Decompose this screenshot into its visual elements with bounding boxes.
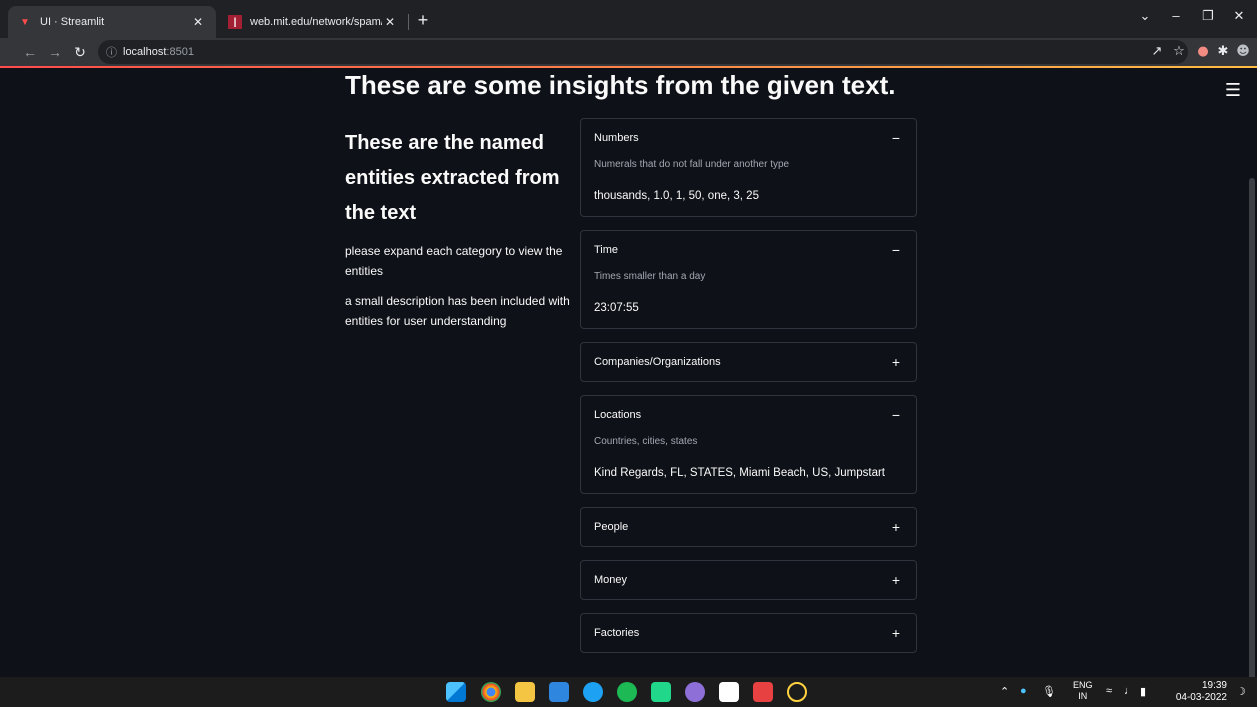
expand-icon[interactable]: + [889, 572, 903, 588]
spotify-icon[interactable] [617, 682, 637, 702]
expander-header-locations[interactable]: Locations − [581, 396, 916, 434]
expander-body: Numerals that do not fall under another … [581, 159, 916, 216]
tab-separator [408, 14, 409, 30]
expander-companies: Companies/Organizations + [580, 342, 917, 382]
expand-icon[interactable]: + [889, 519, 903, 535]
expander-factories: Factories + [580, 613, 917, 653]
info-icon[interactable]: ⓘ [106, 44, 117, 60]
app-red-icon[interactable] [753, 682, 773, 702]
expander-money: Money + [580, 560, 917, 600]
microphone-icon[interactable]: 🎙 [1042, 685, 1056, 698]
reload-button[interactable]: ↻ [70, 42, 90, 62]
expander-locations: Locations − Countries, cities, states Ki… [580, 395, 917, 494]
todo-check-icon[interactable] [787, 682, 807, 702]
tray-app-icon[interactable]: ● [1020, 685, 1027, 697]
scrollbar[interactable] [1249, 178, 1255, 677]
menu-icon[interactable]: ☰ [1225, 80, 1241, 101]
windows-taskbar: ⌃ ● 🎙 ENG IN ≈ ♩ ▮ 19:39 04-03-2022 ☽ [0, 677, 1257, 707]
profile-avatar-icon[interactable]: ☻ [1234, 43, 1252, 61]
expander-label: Money [594, 574, 628, 586]
entity-values: thousands, 1.0, 1, 50, one, 3, 25 [594, 190, 759, 202]
url-port: :8501 [166, 46, 194, 58]
edge-icon[interactable] [583, 682, 603, 702]
notion-icon[interactable] [719, 682, 739, 702]
lang-code: ENG [1073, 680, 1093, 690]
expander-label: People [594, 521, 629, 533]
expander-header-people[interactable]: People + [581, 508, 916, 546]
tab-title: UI · Streamlit [40, 16, 105, 28]
forward-button[interactable]: → [45, 42, 65, 62]
close-icon[interactable]: ✕ [382, 15, 398, 29]
expander-label: Companies/Organizations [594, 356, 721, 368]
expander-label: Factories [594, 627, 640, 639]
pycharm-icon[interactable] [651, 682, 671, 702]
entity-values: 23:07:55 [594, 302, 639, 314]
expander-header-factories[interactable]: Factories + [581, 614, 916, 652]
clock-date: 04-03-2022 [1175, 692, 1227, 703]
description-note: a small description has been included wi… [345, 294, 570, 328]
expander-header-money[interactable]: Money + [581, 561, 916, 599]
page-title: These are some insights from the given t… [345, 70, 896, 100]
file-explorer-icon[interactable] [515, 682, 535, 702]
minimize-button[interactable]: – [1163, 8, 1189, 23]
left-column: These are the named entities extracted f… [345, 126, 570, 331]
battery-icon[interactable]: ▮ [1140, 685, 1146, 698]
back-button[interactable]: ← [20, 42, 40, 62]
close-icon[interactable]: ✕ [190, 15, 206, 29]
browser-tab-bar: ▼ UI · Streamlit ✕ | web.mit.edu/network… [0, 0, 1257, 38]
new-tab-button[interactable]: + [412, 10, 434, 32]
right-column: Numbers − Numerals that do not fall unde… [580, 118, 917, 666]
expander-header-companies[interactable]: Companies/Organizations + [581, 343, 916, 381]
share-icon[interactable]: ↗ [1148, 43, 1166, 61]
browser-toolbar: ← → ↻ ⓘ localhost :8501 ↗ ☆ ● ✱ ☻ [0, 38, 1257, 66]
streamlit-app: ☰ These are some insights from the given… [0, 68, 1257, 677]
tab-mit[interactable]: | web.mit.edu/network/spam/exam ✕ [218, 6, 408, 38]
collapse-icon[interactable]: − [889, 242, 903, 258]
expander-time: Time − Times smaller than a day 23:07:55 [580, 230, 917, 329]
expander-numbers: Numbers − Numerals that do not fall unde… [580, 118, 917, 217]
lang-region: IN [1078, 691, 1088, 701]
extensions-puzzle-icon[interactable]: ✱ [1214, 43, 1232, 61]
collapse-icon[interactable]: − [889, 130, 903, 146]
close-window-button[interactable]: ✕ [1226, 8, 1252, 24]
expander-header-numbers[interactable]: Numbers − [581, 119, 916, 157]
app-sphere-icon[interactable] [685, 682, 705, 702]
expand-icon[interactable]: + [889, 625, 903, 641]
instruction-text: please expand each category to view the … [345, 244, 563, 278]
maximize-button[interactable]: ❐ [1195, 8, 1221, 24]
section-subtitle: These are the named entities extracted f… [345, 132, 560, 224]
tab-streamlit[interactable]: ▼ UI · Streamlit ✕ [8, 6, 216, 38]
windows-start-icon[interactable] [446, 682, 466, 702]
entity-values: Kind Regards, FL, STATES, Miami Beach, U… [594, 467, 886, 479]
expander-header-time[interactable]: Time − [581, 231, 916, 269]
app-l-icon[interactable] [549, 682, 569, 702]
tab-title: web.mit.edu/network/spam/exam [250, 16, 382, 28]
expander-label: Locations [594, 409, 642, 421]
entity-description: Countries, cities, states [594, 436, 698, 447]
expander-label: Numbers [594, 132, 639, 144]
language-indicator[interactable]: ENG IN [1073, 680, 1093, 702]
collapse-icon[interactable]: − [889, 407, 903, 423]
clock-time: 19:39 [1201, 680, 1227, 691]
url-host: localhost [123, 46, 167, 58]
volume-icon[interactable]: ♩ [1124, 685, 1135, 697]
entity-description: Times smaller than a day [594, 271, 706, 282]
extension-icon[interactable]: ● [1194, 43, 1212, 61]
address-bar[interactable]: ⓘ localhost :8501 [98, 40, 1188, 64]
expander-body: Countries, cities, states Kind Regards, … [581, 436, 916, 493]
expander-label: Time [594, 244, 619, 256]
streamlit-icon: ▼ [20, 16, 30, 28]
expander-body: Times smaller than a day 23:07:55 [581, 271, 916, 328]
expand-icon[interactable]: + [889, 354, 903, 370]
entity-description: Numerals that do not fall under another … [594, 159, 790, 170]
chrome-icon[interactable] [481, 682, 501, 702]
mit-icon: | [228, 15, 242, 29]
wifi-icon[interactable]: ≈ [1106, 685, 1112, 697]
clock[interactable]: 19:39 04-03-2022 [1176, 680, 1227, 704]
tab-search-icon[interactable]: ⌄ [1132, 8, 1158, 24]
notifications-icon[interactable]: ☽ [1236, 685, 1246, 698]
tray-chevron-icon[interactable]: ⌃ [1000, 685, 1009, 698]
bookmark-star-icon[interactable]: ☆ [1170, 43, 1188, 61]
expander-people: People + [580, 507, 917, 547]
